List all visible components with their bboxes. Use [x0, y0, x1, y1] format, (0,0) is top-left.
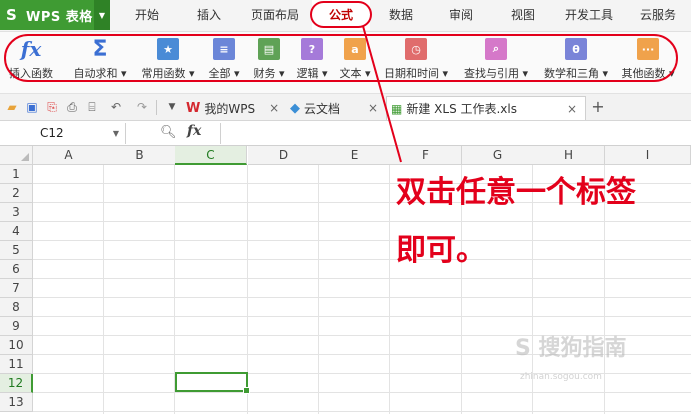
save-icon[interactable]: ▣: [24, 99, 40, 115]
row-header-6[interactable]: 6: [0, 260, 33, 279]
column-header-h[interactable]: H: [533, 146, 605, 165]
annotation-line-2: 即可。: [396, 233, 486, 268]
highlight-outline-tab: [310, 1, 372, 28]
row-header-9[interactable]: 9: [0, 317, 33, 336]
row-header-10[interactable]: 10: [0, 336, 33, 355]
print-icon[interactable]: ⎙: [64, 99, 80, 115]
row-header-8[interactable]: 8: [0, 298, 33, 317]
column-header-c[interactable]: C: [175, 146, 247, 165]
cell-reference: C12: [40, 126, 64, 140]
formula-bar: C12 ▼ 🔍︎ fx: [0, 121, 691, 146]
column-header-f[interactable]: F: [390, 146, 462, 165]
app-menu-button[interactable]: S WPS 表格 ▼: [0, 0, 110, 30]
tab-review[interactable]: 审阅: [437, 0, 485, 30]
wps-logo-icon: W: [186, 100, 201, 116]
grid-row-line: [33, 297, 691, 298]
row-header-7[interactable]: 7: [0, 279, 33, 298]
redo-icon[interactable]: ↷: [134, 99, 150, 115]
column-header-a[interactable]: A: [33, 146, 105, 165]
column-header-i[interactable]: I: [605, 146, 691, 165]
row-header-11[interactable]: 11: [0, 355, 33, 374]
doc-tab-label: 新建 XLS 工作表.xls: [406, 102, 517, 116]
highlight-outline-ribbon: [4, 34, 678, 82]
tab-cloud-docs[interactable]: ◆ 云文档 ×: [290, 96, 378, 120]
undo-icon[interactable]: ↶: [108, 99, 124, 115]
close-icon[interactable]: ×: [567, 102, 577, 116]
new-tab-icon[interactable]: +: [590, 99, 606, 115]
app-title: WPS 表格: [26, 9, 93, 25]
tab-insert[interactable]: 插入: [184, 0, 234, 30]
tab-cloud[interactable]: 云服务: [628, 0, 688, 30]
menu-bar: S WPS 表格 ▼ 开始 插入 页面布局 公式 数据 审阅 视图 开发工具 云…: [0, 0, 691, 32]
annotation-text: 双击任意一个标签 即可。: [396, 164, 686, 280]
grid-row-line: [33, 392, 691, 393]
tab-page-layout[interactable]: 页面布局: [245, 0, 305, 30]
column-header-d[interactable]: D: [248, 146, 320, 165]
divider: [156, 100, 157, 115]
select-all-corner[interactable]: [0, 146, 33, 165]
tab-my-wps[interactable]: W 我的WPS ×: [186, 96, 279, 120]
name-box[interactable]: C12 ▼: [0, 123, 126, 144]
zoom-icon[interactable]: 🔍︎: [160, 125, 177, 140]
row-header-5[interactable]: 5: [0, 241, 33, 260]
row-header-4[interactable]: 4: [0, 222, 33, 241]
tab-data[interactable]: 数据: [377, 0, 425, 30]
grid-row-line: [33, 411, 691, 412]
row-header-1[interactable]: 1: [0, 165, 33, 184]
column-header-b[interactable]: B: [104, 146, 176, 165]
grid-column-line: [389, 165, 390, 414]
export-pdf-icon[interactable]: ⎘: [44, 99, 60, 115]
close-icon[interactable]: ×: [269, 101, 279, 115]
doc-tab-label: 云文档: [304, 101, 341, 116]
grid-row-line: [33, 316, 691, 317]
grid-column-line: [318, 165, 319, 414]
wps-logo-icon: S: [6, 6, 17, 24]
row-header-3[interactable]: 3: [0, 203, 33, 222]
sheet-icon: ▦: [391, 101, 403, 116]
row-header-12[interactable]: 12: [0, 374, 33, 393]
column-header-g[interactable]: G: [462, 146, 534, 165]
tab-workbook[interactable]: ▦ 新建 XLS 工作表.xls ×: [386, 96, 586, 120]
formula-input[interactable]: [220, 123, 690, 144]
annotation-line-1: 双击任意一个标签: [396, 175, 636, 210]
chevron-down-icon[interactable]: ▼: [164, 99, 180, 115]
tab-home[interactable]: 开始: [122, 0, 172, 30]
column-header-e[interactable]: E: [319, 146, 391, 165]
chevron-down-icon[interactable]: ▼: [113, 123, 119, 144]
fx-icon[interactable]: fx: [187, 123, 201, 139]
watermark-logo: S 搜狗指南: [515, 336, 627, 361]
active-cell[interactable]: [175, 372, 250, 394]
doc-tab-label: 我的WPS: [204, 101, 256, 116]
grid-column-line: [103, 165, 104, 414]
chevron-down-icon[interactable]: ▼: [94, 0, 110, 30]
tab-developer[interactable]: 开发工具: [557, 0, 621, 30]
row-header-13[interactable]: 13: [0, 393, 33, 412]
watermark-url: zhinan.sogou.com: [520, 372, 602, 382]
quick-access-bar: ▰ ▣ ⎘ ⎙ ⌸ ↶ ↷ ▼ W 我的WPS × ◆ 云文档 × ▦ 新建 X…: [0, 94, 691, 121]
close-icon[interactable]: ×: [368, 101, 378, 115]
cloud-icon: ◆: [290, 100, 300, 116]
print-preview-icon[interactable]: ⌸: [84, 99, 100, 115]
tab-view[interactable]: 视图: [499, 0, 547, 30]
open-folder-icon[interactable]: ▰: [4, 99, 20, 115]
row-header-2[interactable]: 2: [0, 184, 33, 203]
